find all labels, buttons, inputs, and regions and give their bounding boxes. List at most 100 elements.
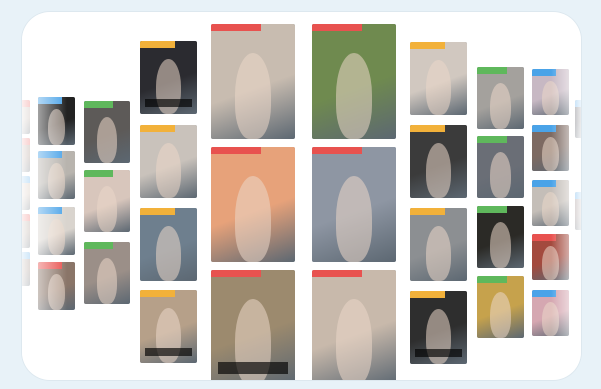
thumb-col1-1[interactable] xyxy=(38,97,75,145)
thumbnail-tag xyxy=(532,125,557,132)
thumbnail-tag xyxy=(575,192,581,199)
thumbnail-caption xyxy=(414,349,463,357)
thumb-col7-1[interactable] xyxy=(477,67,524,129)
thumb-col9-2[interactable] xyxy=(575,192,581,230)
thumbnail-tag xyxy=(22,214,30,221)
person-figure-icon xyxy=(542,80,559,115)
thumb-col3-1[interactable] xyxy=(140,41,197,114)
person-figure-icon xyxy=(542,136,559,171)
thumbnail-tag xyxy=(22,138,30,145)
person-figure-icon xyxy=(542,191,559,226)
person-figure-icon xyxy=(48,219,65,255)
person-figure-icon xyxy=(335,298,373,380)
person-figure-icon xyxy=(155,143,182,198)
thumb-col3-3[interactable] xyxy=(140,208,197,281)
thumb-col0-4[interactable] xyxy=(22,214,30,248)
thumbnail-caption xyxy=(217,362,289,374)
person-figure-icon xyxy=(335,52,373,139)
person-figure-icon xyxy=(425,226,452,281)
person-figure-icon xyxy=(542,245,559,280)
person-figure-icon xyxy=(48,163,65,199)
person-figure-icon xyxy=(96,116,118,163)
thumbnail-tag xyxy=(140,208,176,215)
thumb-col0-5[interactable] xyxy=(22,252,30,286)
thumbnail-tag xyxy=(477,67,507,74)
thumbnail-tag xyxy=(84,101,114,108)
thumbnail-tag xyxy=(532,234,557,241)
thumb-col2-1[interactable] xyxy=(84,101,130,163)
thumb-col5-2[interactable] xyxy=(312,147,396,262)
thumbnail-tag xyxy=(38,262,63,269)
thumb-col6-1[interactable] xyxy=(410,42,467,115)
person-figure-icon xyxy=(490,151,511,198)
thumb-col4-2[interactable] xyxy=(211,147,295,262)
thumb-col8-5[interactable] xyxy=(532,290,569,336)
thumb-col0-3[interactable] xyxy=(22,176,30,210)
person-figure-icon xyxy=(48,109,65,145)
thumbnail-tag xyxy=(211,147,262,154)
thumb-col8-4[interactable] xyxy=(532,234,569,280)
thumbnail-tag xyxy=(22,176,30,183)
thumb-col8-2[interactable] xyxy=(532,125,569,171)
thumbnail-tag xyxy=(477,276,507,283)
person-figure-icon xyxy=(234,175,272,262)
thumbnail-tag xyxy=(211,24,262,31)
thumbnail-tag xyxy=(140,125,176,132)
thumb-col8-3[interactable] xyxy=(532,180,569,226)
person-figure-icon xyxy=(234,52,272,139)
person-figure-icon xyxy=(96,185,118,232)
thumb-col5-3[interactable] xyxy=(312,270,396,380)
thumbnail-tag xyxy=(84,242,114,249)
thumbnail-tag xyxy=(575,100,581,107)
thumb-col3-4[interactable] xyxy=(140,290,197,363)
thumbnail-tag xyxy=(410,42,446,49)
thumbnail-tag xyxy=(532,69,557,76)
thumbnail-tag xyxy=(532,290,557,297)
thumbnail-caption xyxy=(144,99,193,107)
thumb-col8-1[interactable] xyxy=(532,69,569,115)
thumb-col0-1[interactable] xyxy=(22,100,30,134)
person-figure-icon xyxy=(155,226,182,281)
thumbnail-tag xyxy=(84,170,114,177)
thumb-col7-4[interactable] xyxy=(477,276,524,338)
thumbnail-tag xyxy=(477,206,507,213)
thumbnail-tag xyxy=(312,24,363,31)
thumb-col0-2[interactable] xyxy=(22,138,30,172)
thumb-col1-4[interactable] xyxy=(38,262,75,310)
thumbnail-tag xyxy=(410,208,446,215)
thumbnail-tag xyxy=(140,41,176,48)
thumb-col1-2[interactable] xyxy=(38,151,75,199)
thumb-col2-2[interactable] xyxy=(84,170,130,232)
thumbnail-caption xyxy=(144,348,193,356)
thumb-col6-2[interactable] xyxy=(410,125,467,198)
thumbnail-tag xyxy=(38,151,63,158)
thumbnail-tag xyxy=(312,270,363,277)
thumbnail-tag xyxy=(312,147,363,154)
thumbnail-tag xyxy=(22,252,30,259)
thumb-col6-4[interactable] xyxy=(410,291,467,364)
thumbnail-tag xyxy=(211,270,262,277)
thumb-col7-3[interactable] xyxy=(477,206,524,268)
thumb-col4-3[interactable] xyxy=(211,270,295,380)
thumbnail-tag xyxy=(410,125,446,132)
person-figure-icon xyxy=(425,143,452,198)
thumb-col4-1[interactable] xyxy=(211,24,295,139)
thumb-col3-2[interactable] xyxy=(140,125,197,198)
thumbnail-tag xyxy=(410,291,446,298)
gallery-card xyxy=(22,12,581,380)
thumbnail-tag xyxy=(38,97,63,104)
thumb-col5-1[interactable] xyxy=(312,24,396,139)
thumb-col7-2[interactable] xyxy=(477,136,524,198)
person-figure-icon xyxy=(490,291,511,338)
person-figure-icon xyxy=(96,257,118,304)
thumb-col2-3[interactable] xyxy=(84,242,130,304)
thumb-col9-1[interactable] xyxy=(575,100,581,138)
thumbnail-tag xyxy=(477,136,507,143)
thumbnail-tag xyxy=(22,100,30,107)
thumb-col6-3[interactable] xyxy=(410,208,467,281)
person-figure-icon xyxy=(490,221,511,268)
person-figure-icon xyxy=(48,274,65,310)
thumb-col1-3[interactable] xyxy=(38,207,75,255)
thumbnail-tag xyxy=(532,180,557,187)
person-figure-icon xyxy=(490,82,511,129)
